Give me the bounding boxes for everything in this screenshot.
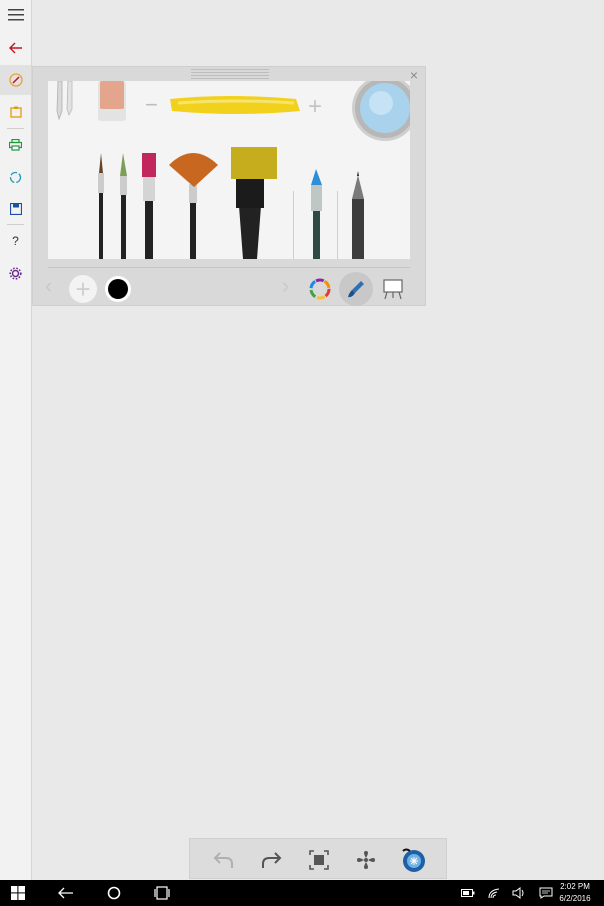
hamburger-menu-button[interactable]: [0, 0, 31, 30]
brush-tray: − +: [48, 75, 418, 259]
brush-panel: × − + ‹ + ›: [32, 66, 426, 306]
fan-brush[interactable]: [169, 153, 218, 259]
canvas-easel-button[interactable]: [381, 277, 405, 301]
back-arrow-icon: [8, 42, 22, 54]
plus-icon: +: [75, 274, 91, 304]
help-button[interactable]: ?: [0, 226, 31, 256]
eraser-tool[interactable]: [98, 81, 126, 121]
redo-button[interactable]: [258, 847, 284, 873]
round-brush[interactable]: [120, 153, 127, 259]
share-cycle-icon: [9, 171, 22, 183]
add-color-button[interactable]: +: [69, 275, 97, 303]
task-view-icon: [154, 886, 170, 900]
share-button[interactable]: [0, 162, 31, 192]
rail-divider: [7, 128, 24, 129]
circle-search-icon: [107, 886, 121, 900]
gear-icon: [9, 266, 22, 280]
panel-divider: [48, 267, 410, 268]
tray-separator: [337, 191, 338, 259]
selected-color-swatch[interactable]: [105, 276, 131, 302]
next-color-button[interactable]: ›: [282, 275, 289, 297]
clock-date: 6/2/2016: [559, 894, 591, 903]
back-button[interactable]: [0, 33, 31, 63]
action-center-button[interactable]: [538, 885, 554, 901]
printer-icon: [9, 139, 22, 151]
wifi-icon: [488, 888, 500, 899]
print-button[interactable]: [0, 130, 31, 160]
clipboard-icon: [9, 106, 22, 118]
battery-indicator[interactable]: [460, 885, 476, 901]
pen-nib-tool[interactable]: [56, 80, 73, 121]
battery-icon: [461, 889, 475, 897]
water-cup-button[interactable]: [352, 75, 418, 141]
brush-icon: [348, 281, 364, 298]
size-increase-button[interactable]: +: [308, 93, 322, 120]
floppy-disk-icon: [9, 203, 22, 215]
prev-color-button[interactable]: ‹: [45, 275, 52, 297]
cortana-button[interactable]: [106, 885, 122, 901]
water-drop-button[interactable]: [401, 847, 427, 873]
task-view-button[interactable]: [154, 885, 170, 901]
save-button[interactable]: [0, 194, 31, 224]
help-icon: ?: [12, 234, 19, 248]
black-color-dot: [108, 279, 128, 299]
settings-button[interactable]: [0, 258, 31, 288]
fan-icon: [357, 851, 375, 869]
left-rail: ?: [0, 0, 32, 880]
taskbar-clock[interactable]: 2:02 PM 6/2/2016: [554, 881, 596, 905]
fan-dry-button[interactable]: [353, 847, 379, 873]
fit-screen-button[interactable]: [306, 847, 332, 873]
size-decrease-button[interactable]: −: [145, 92, 158, 117]
fit-screen-icon: [309, 850, 329, 870]
undo-button[interactable]: [211, 847, 237, 873]
color-wheel-icon: [309, 278, 331, 300]
speaker-icon: [512, 887, 524, 899]
redo-icon: [262, 852, 282, 868]
tray-separator: [293, 191, 294, 259]
back-arrow-icon: [58, 887, 73, 899]
volume-indicator[interactable]: [511, 885, 527, 901]
brush-tools-button[interactable]: [0, 65, 31, 95]
hamburger-icon: [7, 9, 24, 21]
brush-tray-art: − +: [56, 75, 418, 259]
network-indicator[interactable]: [486, 885, 502, 901]
water-drop-icon: [402, 848, 425, 872]
clipboard-button[interactable]: [0, 97, 31, 127]
blue-tip-brush[interactable]: [311, 169, 322, 259]
easel-icon: [383, 279, 403, 300]
windows-logo-icon: [11, 886, 25, 900]
undo-icon: [213, 852, 233, 868]
flat-brush[interactable]: [142, 153, 156, 259]
taskbar-back-button[interactable]: [58, 885, 74, 901]
wide-flat-brush[interactable]: [231, 147, 277, 259]
bottom-toolbar: [189, 838, 447, 879]
color-wheel-button[interactable]: [308, 277, 332, 301]
palette-brush-icon: [8, 73, 23, 87]
pencil-tool[interactable]: [352, 171, 364, 259]
drag-grip[interactable]: [191, 69, 269, 81]
clock-time: 2:02 PM: [560, 882, 590, 891]
liner-brush[interactable]: [98, 153, 104, 259]
windows-taskbar: 2:02 PM 6/2/2016: [0, 880, 604, 906]
start-button[interactable]: [10, 885, 26, 901]
brush-size-stroke: [170, 96, 300, 114]
notification-icon: [539, 887, 553, 899]
rail-divider: [7, 224, 24, 225]
brush-mode-button[interactable]: [339, 272, 373, 306]
